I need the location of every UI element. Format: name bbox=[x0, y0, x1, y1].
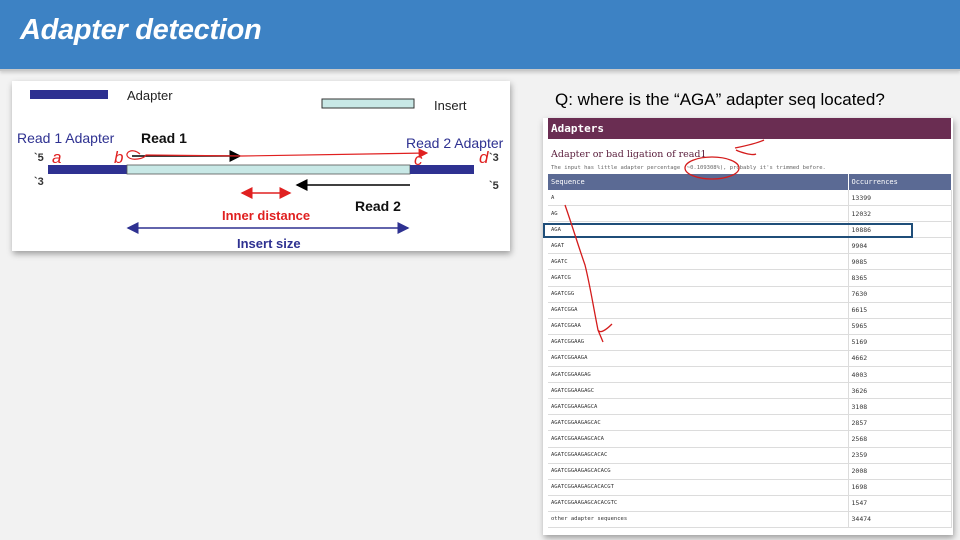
question-text: Q: where is the “AGA” adapter seq locate… bbox=[555, 90, 885, 109]
sequence-cell: AGATCGGAAGAGCACACGT bbox=[548, 479, 849, 496]
mark-a: a bbox=[52, 148, 61, 167]
table-row: AGATCGGAAGAGCACACGT 1698 bbox=[548, 479, 952, 496]
occurrences-cell: 6615 bbox=[848, 302, 952, 319]
table-row: AGATCGGAAGA 4662 bbox=[548, 350, 952, 368]
slide-title: Adapter detection bbox=[20, 14, 262, 46]
mark-b: b bbox=[114, 148, 123, 167]
occurrences-cell: 12032 bbox=[848, 205, 952, 223]
adapters-section-header: Adapters bbox=[548, 118, 951, 139]
diagram-svg: Adapter Insert Read 1 Adapter Read 1 Rea… bbox=[17, 88, 504, 251]
table-row: AGATC 9085 bbox=[548, 253, 952, 271]
occurrences-cell: 5965 bbox=[848, 318, 952, 335]
read2-adapter-label: Read 2 Adapter bbox=[406, 135, 504, 151]
legend-adapter-swatch bbox=[30, 90, 108, 99]
occurrences-cell: 4003 bbox=[848, 366, 952, 384]
col-header-occurrences: Occurrences bbox=[848, 174, 952, 190]
occurrences-cell: 3626 bbox=[848, 382, 952, 400]
table-row: AGATCGGA 6615 bbox=[548, 302, 952, 319]
table-row: AGATCGGAAGAGC 3626 bbox=[548, 382, 952, 400]
sequence-cell: AGATCGGAA bbox=[548, 318, 849, 335]
occurrences-cell: 7630 bbox=[848, 286, 952, 303]
sequence-cell: A bbox=[548, 190, 849, 207]
read2-label: Read 2 bbox=[355, 198, 401, 214]
occurrences-cell: 9085 bbox=[848, 253, 952, 271]
sequence-cell: AGATCGGAAGAGC bbox=[548, 382, 849, 400]
insert-size-label: Insert size bbox=[237, 236, 301, 251]
table-row: A 13399 bbox=[548, 190, 952, 207]
table-row: AGATCGGAAGAGCACACGTC 1547 bbox=[548, 495, 952, 512]
table-row: AGATCGGAAGAGCACA 2568 bbox=[548, 430, 952, 448]
table-row: AGATCGGAAGAG 4003 bbox=[548, 366, 952, 384]
table-row: AGATCGGAAGAGCA 3108 bbox=[548, 398, 952, 416]
occurrences-cell: 2857 bbox=[848, 414, 952, 432]
adapter-diagram: Adapter Insert Read 1 Adapter Read 1 Rea… bbox=[12, 81, 510, 251]
sequence-cell: AGATC bbox=[548, 253, 849, 271]
sequence-cell: AGAT bbox=[548, 237, 849, 255]
insert-bar bbox=[126, 164, 411, 175]
sequence-cell: AG bbox=[548, 205, 849, 223]
end-3-left: `3 bbox=[34, 176, 44, 188]
occurrences-cell: 2008 bbox=[848, 463, 952, 480]
sequence-cell: AGATCGGAAGAGCACACG bbox=[548, 463, 849, 480]
occurrences-cell: 3108 bbox=[848, 398, 952, 416]
sequence-cell: AGATCGGAAGA bbox=[548, 350, 849, 368]
inner-distance-label: Inner distance bbox=[222, 208, 310, 223]
table-row: AGATCG 8365 bbox=[548, 269, 952, 287]
mark-d: d bbox=[479, 148, 489, 167]
occurrences-cell: 8365 bbox=[848, 269, 952, 287]
sequence-cell: AGATCGGAAGAG bbox=[548, 366, 849, 384]
sequence-cell: AGATCGGAAGAGCACACGTC bbox=[548, 495, 849, 512]
occurrences-cell: 13399 bbox=[848, 190, 952, 207]
occurrences-cell: 4662 bbox=[848, 350, 952, 368]
table-row: AGATCGGAAGAGCACACG 2008 bbox=[548, 463, 952, 480]
table-row: AGATCGGAAGAGCAC 2857 bbox=[548, 414, 952, 432]
sequence-cell: AGATCG bbox=[548, 269, 849, 287]
legend-insert-swatch bbox=[321, 98, 415, 109]
table-row: AGAT 9904 bbox=[548, 237, 952, 255]
sequence-cell: AGATCGGAAGAGCACAC bbox=[548, 447, 849, 464]
read1-label: Read 1 bbox=[141, 130, 187, 146]
legend-adapter-label: Adapter bbox=[127, 88, 173, 103]
adapters-note: The input has little adapter percentage … bbox=[551, 165, 826, 171]
sequence-cell: other adapter sequences bbox=[548, 511, 849, 528]
hand-arrow-b-to-c bbox=[126, 148, 429, 160]
table-row: AG 12032 bbox=[548, 205, 952, 223]
adapter-right-bar bbox=[410, 165, 474, 174]
end-3-right: `3 bbox=[489, 152, 499, 164]
title-banner: Adapter detection bbox=[0, 0, 960, 71]
adapters-report: Adapters Adapter or bad ligation of read… bbox=[543, 118, 953, 535]
adapter-left-bar bbox=[48, 165, 127, 174]
sequence-cell: AGATCGGAAG bbox=[548, 334, 849, 351]
table-row: AGATCGGAA 5965 bbox=[548, 318, 952, 335]
table-row: AGATCGGAAG 5169 bbox=[548, 334, 952, 351]
table-row: AGATCGGAAGAGCACAC 2359 bbox=[548, 447, 952, 464]
end-5-right: `5 bbox=[489, 180, 499, 192]
table-header-row: Sequence Occurrences bbox=[548, 174, 952, 190]
occurrences-cell: 34474 bbox=[848, 511, 952, 528]
aga-highlight-box bbox=[543, 223, 913, 238]
occurrences-cell: 1698 bbox=[848, 479, 952, 496]
sequence-cell: AGATCGGAAGAGCAC bbox=[548, 414, 849, 432]
col-header-sequence: Sequence bbox=[548, 174, 849, 190]
adapters-subtitle: Adapter or bad ligation of read1 bbox=[551, 149, 707, 160]
read1-adapter-label: Read 1 Adapter bbox=[17, 130, 115, 146]
occurrences-cell: 2568 bbox=[848, 430, 952, 448]
legend-insert-label: Insert bbox=[434, 98, 467, 113]
sequence-cell: AGATCGG bbox=[548, 286, 849, 303]
sequence-cell: AGATCGGAAGAGCACA bbox=[548, 430, 849, 448]
table-row: AGATCGG 7630 bbox=[548, 286, 952, 303]
end-5-left: `5 bbox=[34, 152, 44, 164]
table-row: other adapter sequences 34474 bbox=[548, 511, 952, 528]
occurrences-cell: 9904 bbox=[848, 237, 952, 255]
sequence-cell: AGATCGGA bbox=[548, 302, 849, 319]
occurrences-cell: 1547 bbox=[848, 495, 952, 512]
occurrences-cell: 2359 bbox=[848, 447, 952, 464]
occurrences-cell: 5169 bbox=[848, 334, 952, 351]
sequence-cell: AGATCGGAAGAGCA bbox=[548, 398, 849, 416]
